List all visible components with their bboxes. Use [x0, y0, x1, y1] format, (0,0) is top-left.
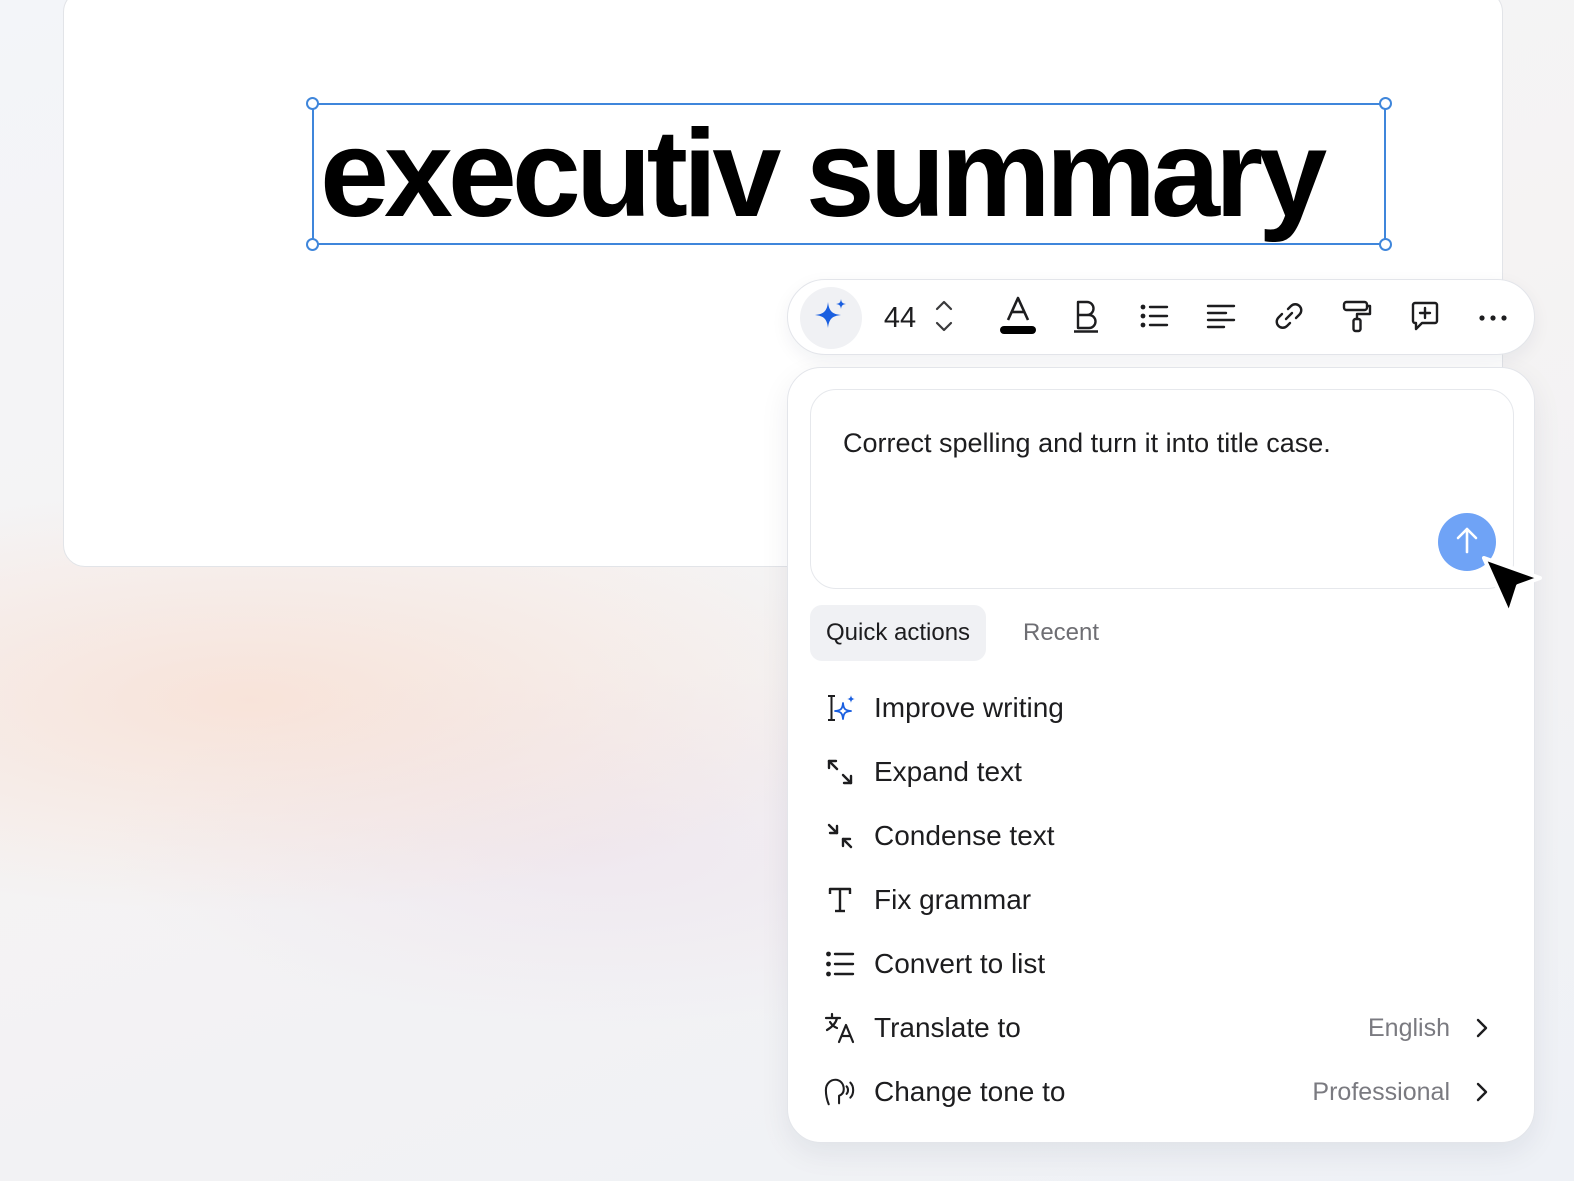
mouse-pointer-icon [1478, 552, 1548, 622]
action-convert-to-list[interactable]: Convert to list [810, 936, 1514, 992]
action-label: Improve writing [874, 692, 1064, 723]
format-painter-icon [1341, 299, 1373, 338]
text-color-button[interactable] [994, 294, 1042, 342]
chevron-right-icon [1470, 1016, 1494, 1040]
formatting-toolbar: 44 [787, 279, 1535, 355]
action-change-tone-to[interactable]: Change tone to Professional [810, 1064, 1514, 1120]
bold-icon [1071, 299, 1101, 338]
action-label: Convert to list [874, 948, 1046, 979]
action-translate-to[interactable]: Translate to English [810, 1000, 1514, 1056]
ai-assistant-button[interactable] [800, 287, 862, 349]
chevron-right-icon [1470, 1080, 1494, 1104]
font-size-value[interactable]: 44 [878, 298, 922, 338]
stepper-icon [933, 296, 955, 341]
add-comment-button[interactable] [1401, 294, 1449, 342]
tab-recent[interactable]: Recent [1007, 605, 1115, 661]
align-left-icon [1206, 303, 1236, 334]
expand-icon [824, 756, 856, 788]
bullet-list-icon [1139, 302, 1169, 335]
prompt-input-text[interactable]: Correct spelling and turn it into title … [843, 426, 1463, 460]
bold-button[interactable] [1062, 294, 1110, 342]
translate-icon [824, 1012, 856, 1044]
action-label: Fix grammar [874, 884, 1032, 915]
more-options-button[interactable] [1469, 294, 1517, 342]
resize-handle-bottom-left[interactable] [306, 238, 319, 251]
action-label: Expand text [874, 756, 1022, 787]
format-painter-button[interactable] [1333, 294, 1381, 342]
resize-handle-top-left[interactable] [306, 97, 319, 110]
text-color-icon [998, 295, 1038, 342]
tone-icon [824, 1076, 856, 1108]
action-expand-text[interactable]: Expand text [810, 744, 1514, 800]
list-icon [824, 948, 856, 980]
action-label: Translate to [874, 1012, 1021, 1043]
ai-assistant-panel: Correct spelling and turn it into title … [787, 367, 1535, 1143]
more-icon [1478, 309, 1508, 327]
tab-quick-actions[interactable]: Quick actions [810, 605, 987, 661]
add-comment-icon [1409, 300, 1441, 337]
action-improve-writing[interactable]: Improve writing [810, 680, 1514, 736]
document-title[interactable]: executiv summary [320, 105, 1384, 243]
align-left-button[interactable] [1197, 294, 1245, 342]
font-size-stepper[interactable] [929, 294, 959, 342]
link-icon [1273, 300, 1305, 337]
translate-language-value: English [1368, 1014, 1450, 1042]
prompt-input[interactable]: Correct spelling and turn it into title … [810, 389, 1514, 589]
text-t-icon [824, 884, 856, 916]
ai-sparkle-icon [811, 296, 851, 341]
selected-text-box[interactable]: executiv summary [306, 97, 1392, 251]
action-fix-grammar[interactable]: Fix grammar [810, 872, 1514, 928]
tone-value: Professional [1312, 1078, 1450, 1106]
action-label: Change tone to [874, 1076, 1066, 1107]
action-condense-text[interactable]: Condense text [810, 808, 1514, 864]
improve-writing-icon [824, 692, 856, 724]
link-button[interactable] [1265, 294, 1313, 342]
condense-icon [824, 820, 856, 852]
bullet-list-button[interactable] [1130, 294, 1178, 342]
action-label: Condense text [874, 820, 1055, 851]
